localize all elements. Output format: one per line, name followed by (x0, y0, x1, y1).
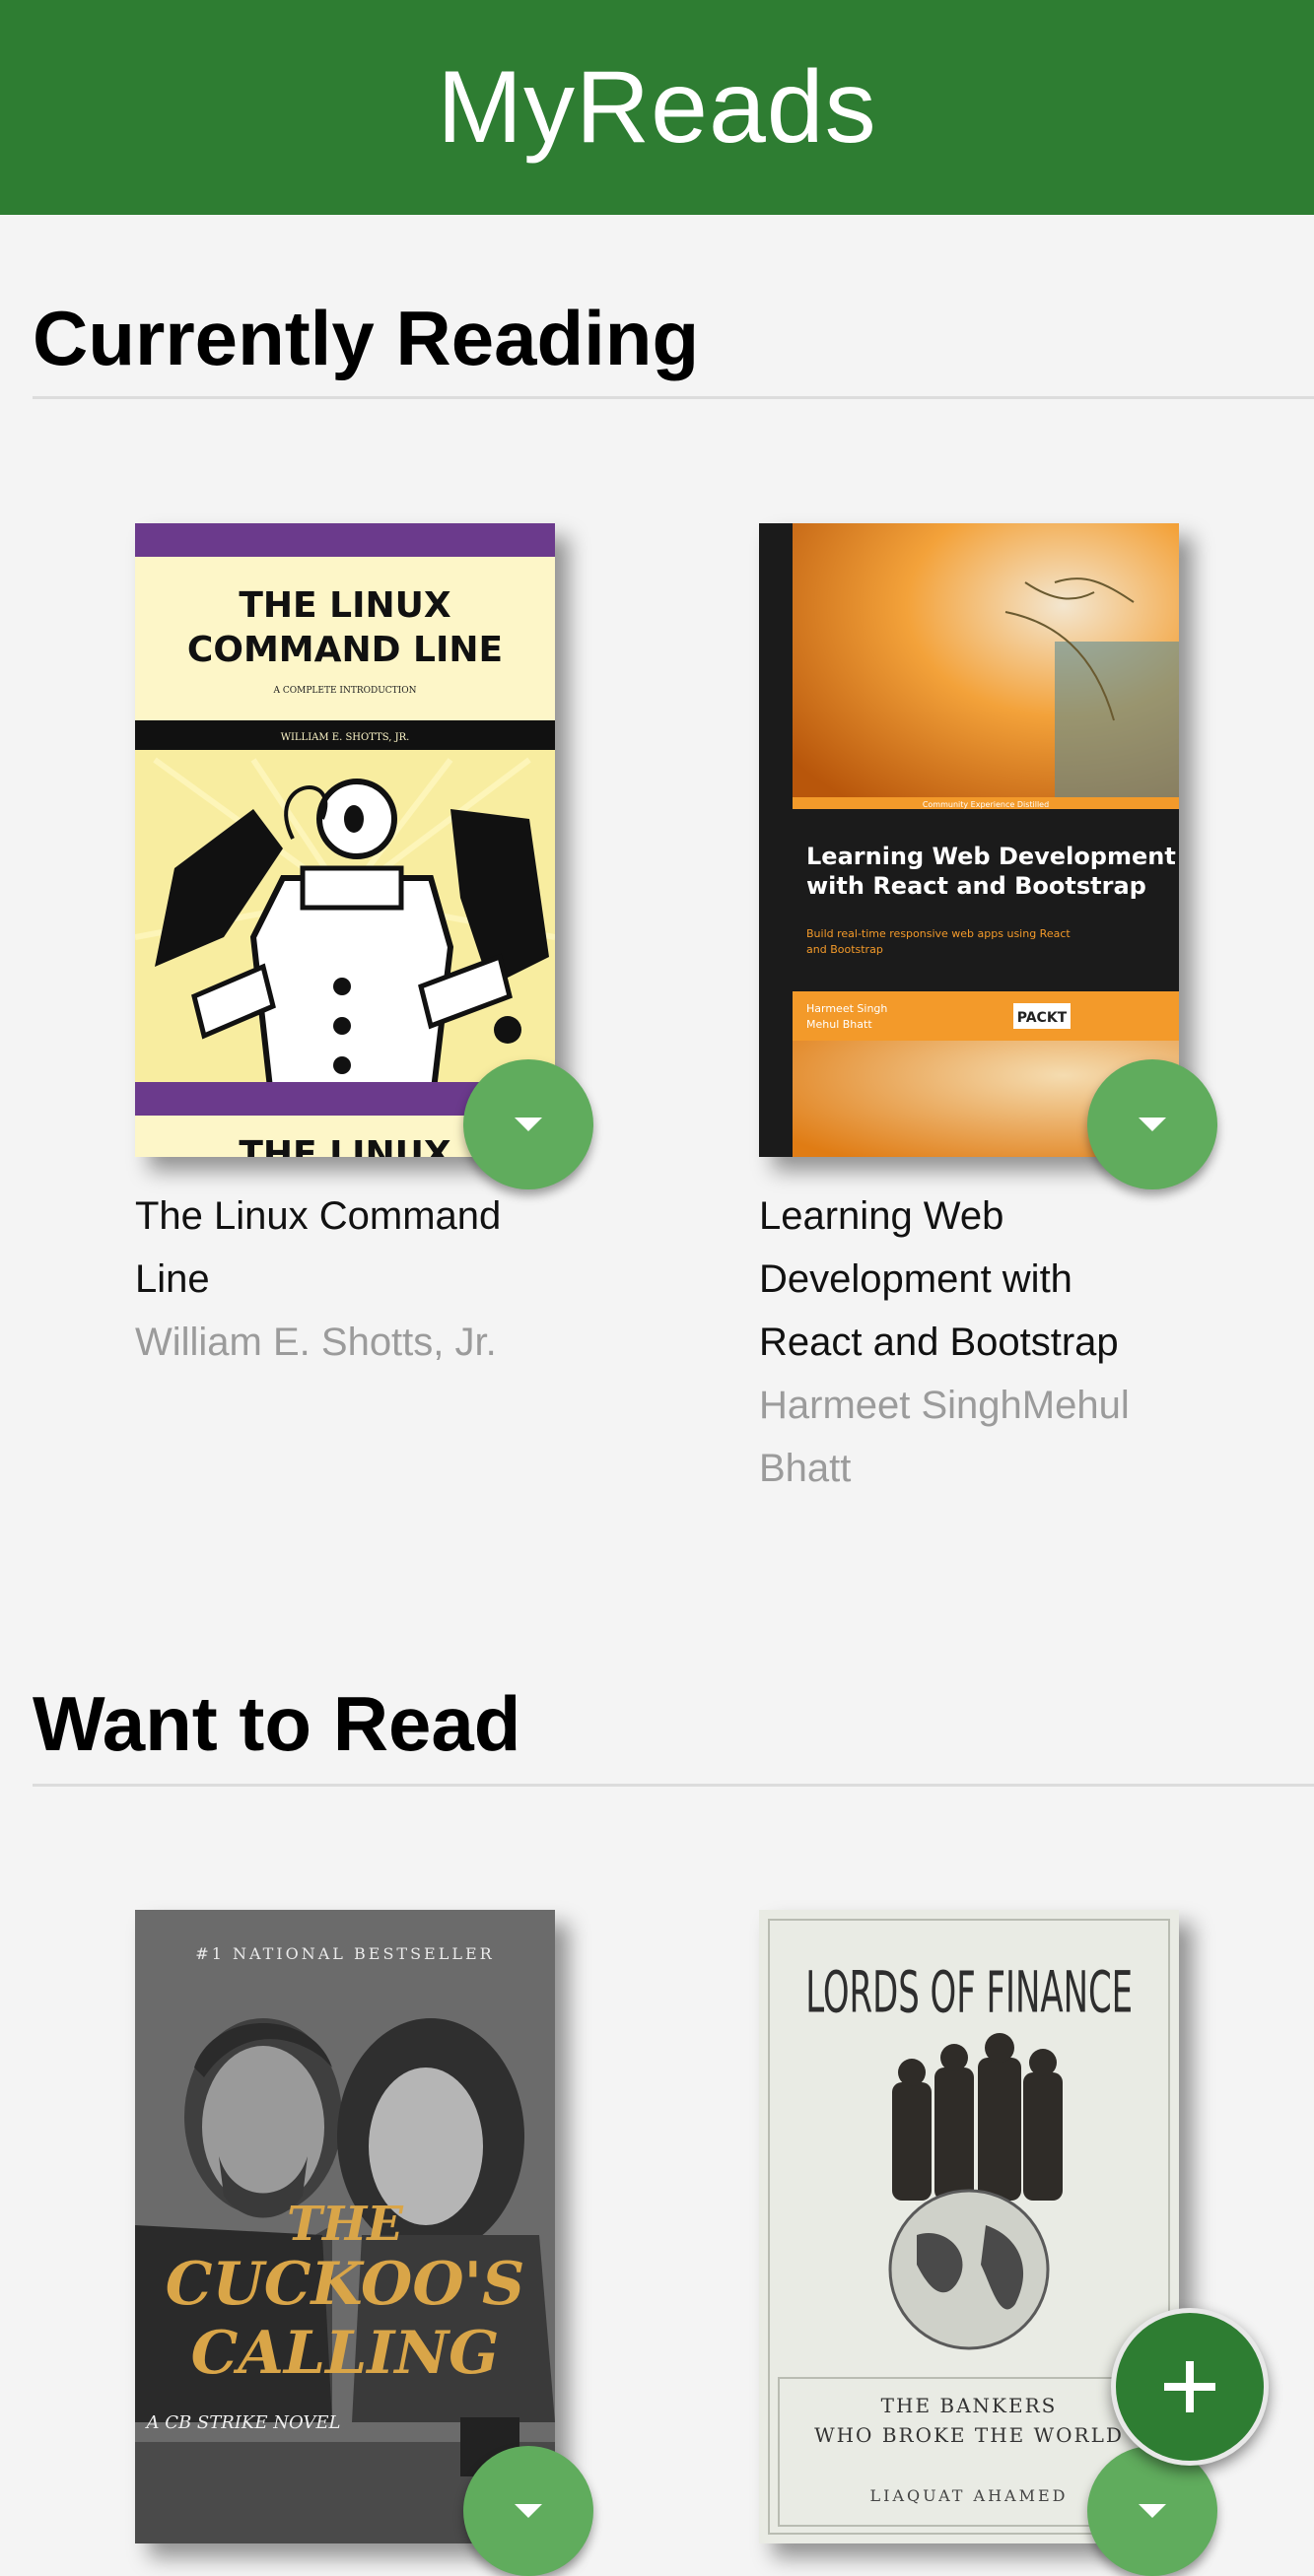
book-cover[interactable]: #1 NATIONAL BESTSELLER THE CUCKOO'S CALL… (135, 1910, 555, 2543)
svg-text:Mehul Bhatt: Mehul Bhatt (806, 1018, 872, 1031)
svg-text:Build real-time responsive web: Build real-time responsive web apps usin… (806, 927, 1071, 940)
book-cover[interactable]: THE LINUX COMMAND LINE A COMPLETE INTROD… (135, 523, 555, 1157)
book-item[interactable]: #1 NATIONAL BESTSELLER THE CUCKOO'S CALL… (135, 1910, 593, 2576)
book-authors: William E. Shotts, Jr. (135, 1321, 497, 1364)
svg-text:Learning Web Development: Learning Web Development (806, 843, 1176, 870)
svg-text:Harmeet Singh: Harmeet Singh (806, 1002, 887, 1015)
add-book-button[interactable] (1111, 2308, 1269, 2466)
svg-text:THE BANKERS: THE BANKERS (881, 2394, 1058, 2417)
svg-text:CALLING: CALLING (191, 2319, 500, 2388)
svg-text:#1 NATIONAL BESTSELLER: #1 NATIONAL BESTSELLER (195, 1944, 494, 1963)
shelf-divider (33, 396, 1314, 399)
shelf-title-want-to-read: Want to Read (33, 1680, 521, 1767)
svg-text:LORDS OF FINANCE: LORDS OF FINANCE (805, 1961, 1133, 2026)
svg-text:with React and Bootstrap: with React and Bootstrap (806, 872, 1146, 900)
book-authors: Harmeet SinghMehul Bhatt (759, 1384, 1130, 1490)
book-item[interactable]: THE LINUX COMMAND LINE A COMPLETE INTROD… (135, 523, 593, 1374)
app-title: MyReads (437, 49, 877, 165)
book-cover[interactable]: LORDS OF FINANCE THE BANKERS WHO BROKE T… (759, 1910, 1179, 2543)
svg-text:COMMAND LINE: COMMAND LINE (187, 630, 503, 670)
book-cover-art: Community Experience Distilled Learning … (759, 523, 1179, 1157)
book-item[interactable]: Community Experience Distilled Learning … (759, 523, 1217, 1500)
book-item[interactable]: LORDS OF FINANCE THE BANKERS WHO BROKE T… (759, 1910, 1217, 2576)
shelf-changer-button[interactable] (1087, 2446, 1217, 2576)
shelf-changer-button[interactable] (1087, 1059, 1217, 1189)
app-header: MyReads (0, 0, 1314, 215)
caret-down-icon (1139, 1118, 1166, 1131)
shelf-title-currently-reading: Currently Reading (33, 295, 700, 381)
book-cover-art: LORDS OF FINANCE THE BANKERS WHO BROKE T… (759, 1910, 1179, 2543)
svg-text:WHO BROKE THE WORLD: WHO BROKE THE WORLD (814, 2423, 1124, 2447)
svg-text:WILLIAM E. SHOTTS, JR.: WILLIAM E. SHOTTS, JR. (281, 732, 410, 743)
shelf-divider (33, 1784, 1314, 1787)
svg-text:PACKT: PACKT (1017, 1010, 1068, 1026)
book-cover-art: #1 NATIONAL BESTSELLER THE CUCKOO'S CALL… (135, 1910, 555, 2543)
svg-text:A COMPLETE INTRODUCTION: A COMPLETE INTRODUCTION (273, 686, 417, 696)
book-title: The Linux Command Line (135, 1194, 502, 1301)
svg-text:and Bootstrap: and Bootstrap (806, 943, 883, 956)
plus-icon (1164, 2361, 1215, 2412)
svg-text:THE LINUX: THE LINUX (239, 585, 451, 626)
caret-down-icon (515, 1118, 542, 1131)
svg-text:A CB STRIKE NOVEL: A CB STRIKE NOVEL (144, 2412, 340, 2433)
book-title: Learning Web Development with React and … (759, 1194, 1119, 1364)
svg-text:THE: THE (287, 2197, 404, 2252)
svg-text:CUCKOO'S: CUCKOO'S (166, 2250, 525, 2319)
shelf-changer-button[interactable] (463, 2446, 593, 2576)
svg-text:THE LINUX: THE LINUX (239, 1134, 451, 1157)
shelf-changer-button[interactable] (463, 1059, 593, 1189)
book-cover[interactable]: Community Experience Distilled Learning … (759, 523, 1179, 1157)
book-cover-art: THE LINUX COMMAND LINE A COMPLETE INTROD… (135, 523, 555, 1157)
caret-down-icon (515, 2504, 542, 2518)
svg-text:LIAQUAT AHAMED: LIAQUAT AHAMED (870, 2486, 1069, 2505)
caret-down-icon (1139, 2504, 1166, 2518)
svg-text:Community Experience Distilled: Community Experience Distilled (923, 800, 1049, 809)
